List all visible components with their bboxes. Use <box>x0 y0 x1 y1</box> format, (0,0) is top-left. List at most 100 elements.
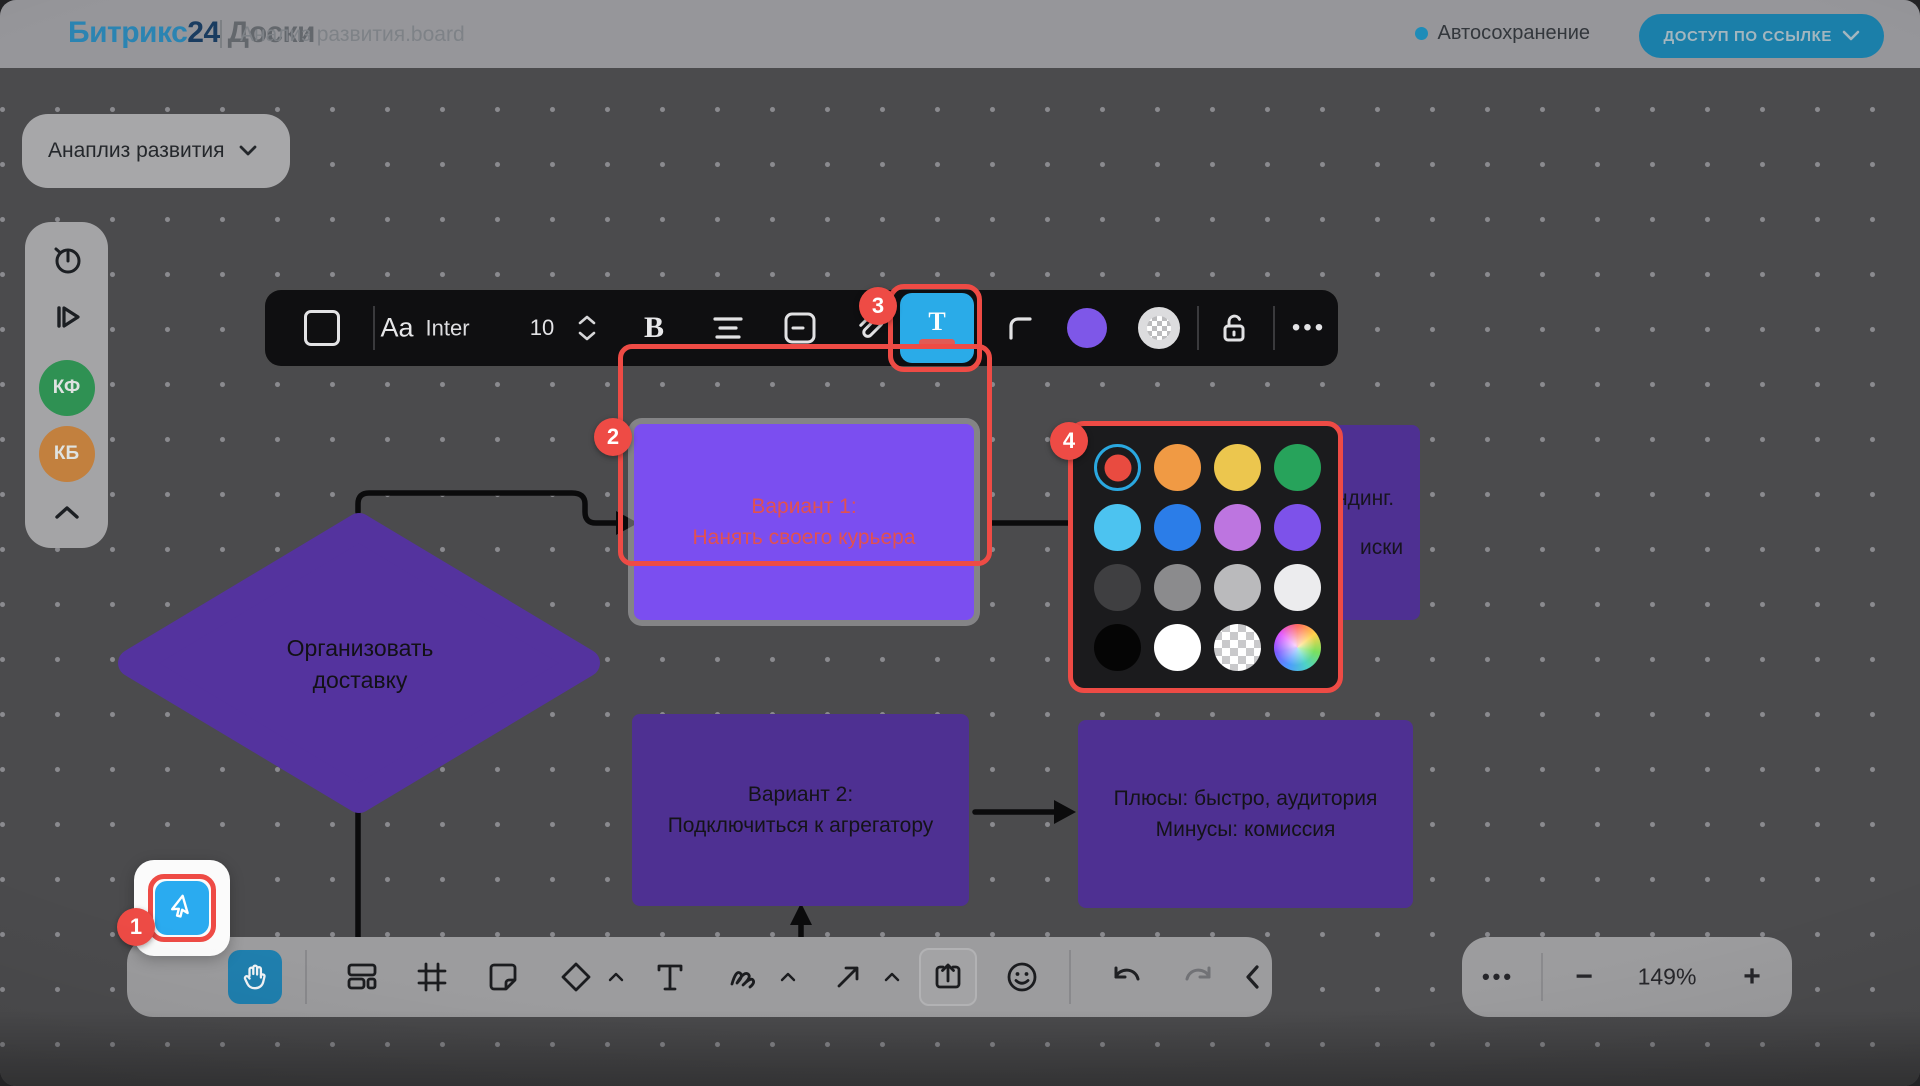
frames-icon[interactable] <box>344 960 380 994</box>
header-divider <box>220 20 222 48</box>
corner-radius-icon[interactable] <box>1003 311 1037 345</box>
toolbar-divider <box>373 306 375 350</box>
chevron-down-icon <box>238 144 258 158</box>
swatch-white[interactable] <box>1154 624 1201 671</box>
swatch-sky-blue[interactable] <box>1094 504 1141 551</box>
annotation-badge-1: 1 <box>117 908 155 946</box>
toolbar-divider <box>305 950 307 1004</box>
zoom-in-button[interactable]: + <box>1743 960 1761 994</box>
arrow-expand-icon[interactable] <box>884 972 900 982</box>
select-tool-icon[interactable] <box>155 881 209 935</box>
diamond-label: Организовать доставку <box>110 632 610 696</box>
swatch-green[interactable] <box>1274 444 1321 491</box>
board-name-menu[interactable]: Анаплиз развития <box>22 114 290 188</box>
swatch-blue[interactable] <box>1154 504 1201 551</box>
bottom-toolbar <box>127 937 1272 1017</box>
undo-icon[interactable] <box>1109 962 1145 992</box>
zoom-out-button[interactable]: − <box>1575 960 1593 994</box>
shapes-icon[interactable] <box>558 959 594 995</box>
timer-icon[interactable] <box>48 240 86 278</box>
emoji-icon[interactable] <box>1004 959 1040 995</box>
annotation-badge-2: 2 <box>594 418 632 456</box>
variant1-line1: Вариант 1: <box>751 491 856 522</box>
fill-color-swatch[interactable] <box>1067 308 1107 348</box>
frame-crop-icon[interactable] <box>415 960 449 994</box>
toolbar-divider <box>1069 950 1071 1004</box>
variant2-line1: Вариант 2: <box>748 779 853 810</box>
redo-icon[interactable] <box>1180 962 1216 992</box>
follow-presenter-icon[interactable] <box>48 298 86 336</box>
logo-part2: 24 <box>187 16 219 49</box>
toolbar-divider <box>1273 306 1275 350</box>
swatch-off-white[interactable] <box>1274 564 1321 611</box>
swatch-orange[interactable] <box>1154 444 1201 491</box>
color-palette-popup <box>1068 421 1343 693</box>
swatch-black[interactable] <box>1094 624 1141 671</box>
avatar-kf[interactable]: КФ <box>39 360 95 416</box>
autosave-dot-icon <box>1415 27 1428 40</box>
partial-text-fragment-1: ндинг. <box>1336 487 1394 511</box>
board-canvas[interactable]: Организовать доставку ндинг. иски Вариан… <box>0 68 1920 1086</box>
partial-text-fragment-2: иски <box>1360 536 1403 560</box>
shape-style-icon[interactable] <box>304 310 340 346</box>
zoom-level[interactable]: 149% <box>1638 964 1697 991</box>
chevron-down-icon <box>1842 30 1860 42</box>
shapes-expand-icon[interactable] <box>608 972 624 982</box>
font-sample-glyph: Aa <box>380 313 413 344</box>
app-header: Битрикс24Доски Анализ развития.board Авт… <box>0 0 1920 68</box>
swatch-transparent[interactable] <box>1214 624 1261 671</box>
hand-tool-icon[interactable] <box>228 950 282 1004</box>
pros-line2: Минусы: комиссия <box>1156 814 1336 845</box>
pen-icon[interactable] <box>725 960 763 994</box>
pros-line1: Плюсы: быстро, аудитория <box>1114 783 1378 814</box>
text-tool-icon[interactable] <box>653 960 687 994</box>
swatch-custom-rainbow[interactable] <box>1274 624 1321 671</box>
logo-part1: Битрикс <box>68 16 187 49</box>
zoom-controls: ••• − 149% + <box>1462 937 1792 1017</box>
arrow-tool-icon[interactable] <box>831 960 865 994</box>
bold-icon[interactable]: B <box>644 311 664 345</box>
avatar-kb[interactable]: КБ <box>39 426 95 482</box>
document-title: Анализ развития.board <box>240 23 465 47</box>
font-size-stepper[interactable] <box>578 315 596 341</box>
canvas-more-icon[interactable]: ••• <box>1482 964 1514 990</box>
annotation-badge-3: 3 <box>859 287 897 325</box>
text-color-glyph: T <box>928 310 945 334</box>
diamond-line2: доставку <box>110 664 610 696</box>
more-icon[interactable]: ••• <box>1292 314 1326 342</box>
stepper-up-icon[interactable] <box>578 315 596 325</box>
sticky-note-icon[interactable] <box>486 960 520 994</box>
stroke-color-swatch[interactable] <box>1138 307 1180 349</box>
left-toolbar: КФ КБ <box>25 222 108 548</box>
swatch-gray[interactable] <box>1154 564 1201 611</box>
swatch-orchid[interactable] <box>1214 504 1261 551</box>
text-color-icon[interactable]: T <box>900 293 974 363</box>
variant1-line2: Нанять своего курьера <box>692 522 915 553</box>
pros-cons-rect[interactable]: Плюсы: быстро, аудитория Минусы: комисси… <box>1078 720 1413 908</box>
arrowhead-right-2 <box>1054 800 1076 824</box>
font-size-value[interactable]: 10 <box>530 315 554 341</box>
swatch-dark-gray[interactable] <box>1094 564 1141 611</box>
swatch-red[interactable] <box>1094 444 1141 491</box>
swatch-purple[interactable] <box>1274 504 1321 551</box>
collapse-up-icon[interactable] <box>52 504 82 522</box>
arrowhead-up <box>790 903 812 925</box>
swatch-yellow[interactable] <box>1214 444 1261 491</box>
upload-icon[interactable] <box>919 948 977 1006</box>
board-name-label: Анаплиз развития <box>48 139 224 163</box>
toolbar-divider <box>1197 306 1199 350</box>
lock-icon[interactable] <box>1217 310 1251 346</box>
collapse-left-icon[interactable] <box>1243 963 1261 991</box>
vertical-align-icon[interactable] <box>782 310 818 346</box>
stepper-down-icon[interactable] <box>578 331 596 341</box>
align-center-icon[interactable] <box>711 315 745 341</box>
variant2-rect[interactable]: Вариант 2: Подключиться к агрегатору <box>632 714 969 906</box>
variant1-rect[interactable]: Вариант 1: Нанять своего курьера <box>634 424 974 620</box>
annotation-badge-4: 4 <box>1050 422 1088 460</box>
font-selector[interactable]: Aa Inter <box>380 313 469 344</box>
format-toolbar: Aa Inter 10 B <box>263 288 1340 368</box>
font-name-label: Inter <box>426 315 470 341</box>
pen-expand-icon[interactable] <box>780 972 796 982</box>
swatch-light-gray[interactable] <box>1214 564 1261 611</box>
share-link-button[interactable]: ДОСТУП ПО ССЫЛКЕ <box>1639 14 1884 58</box>
